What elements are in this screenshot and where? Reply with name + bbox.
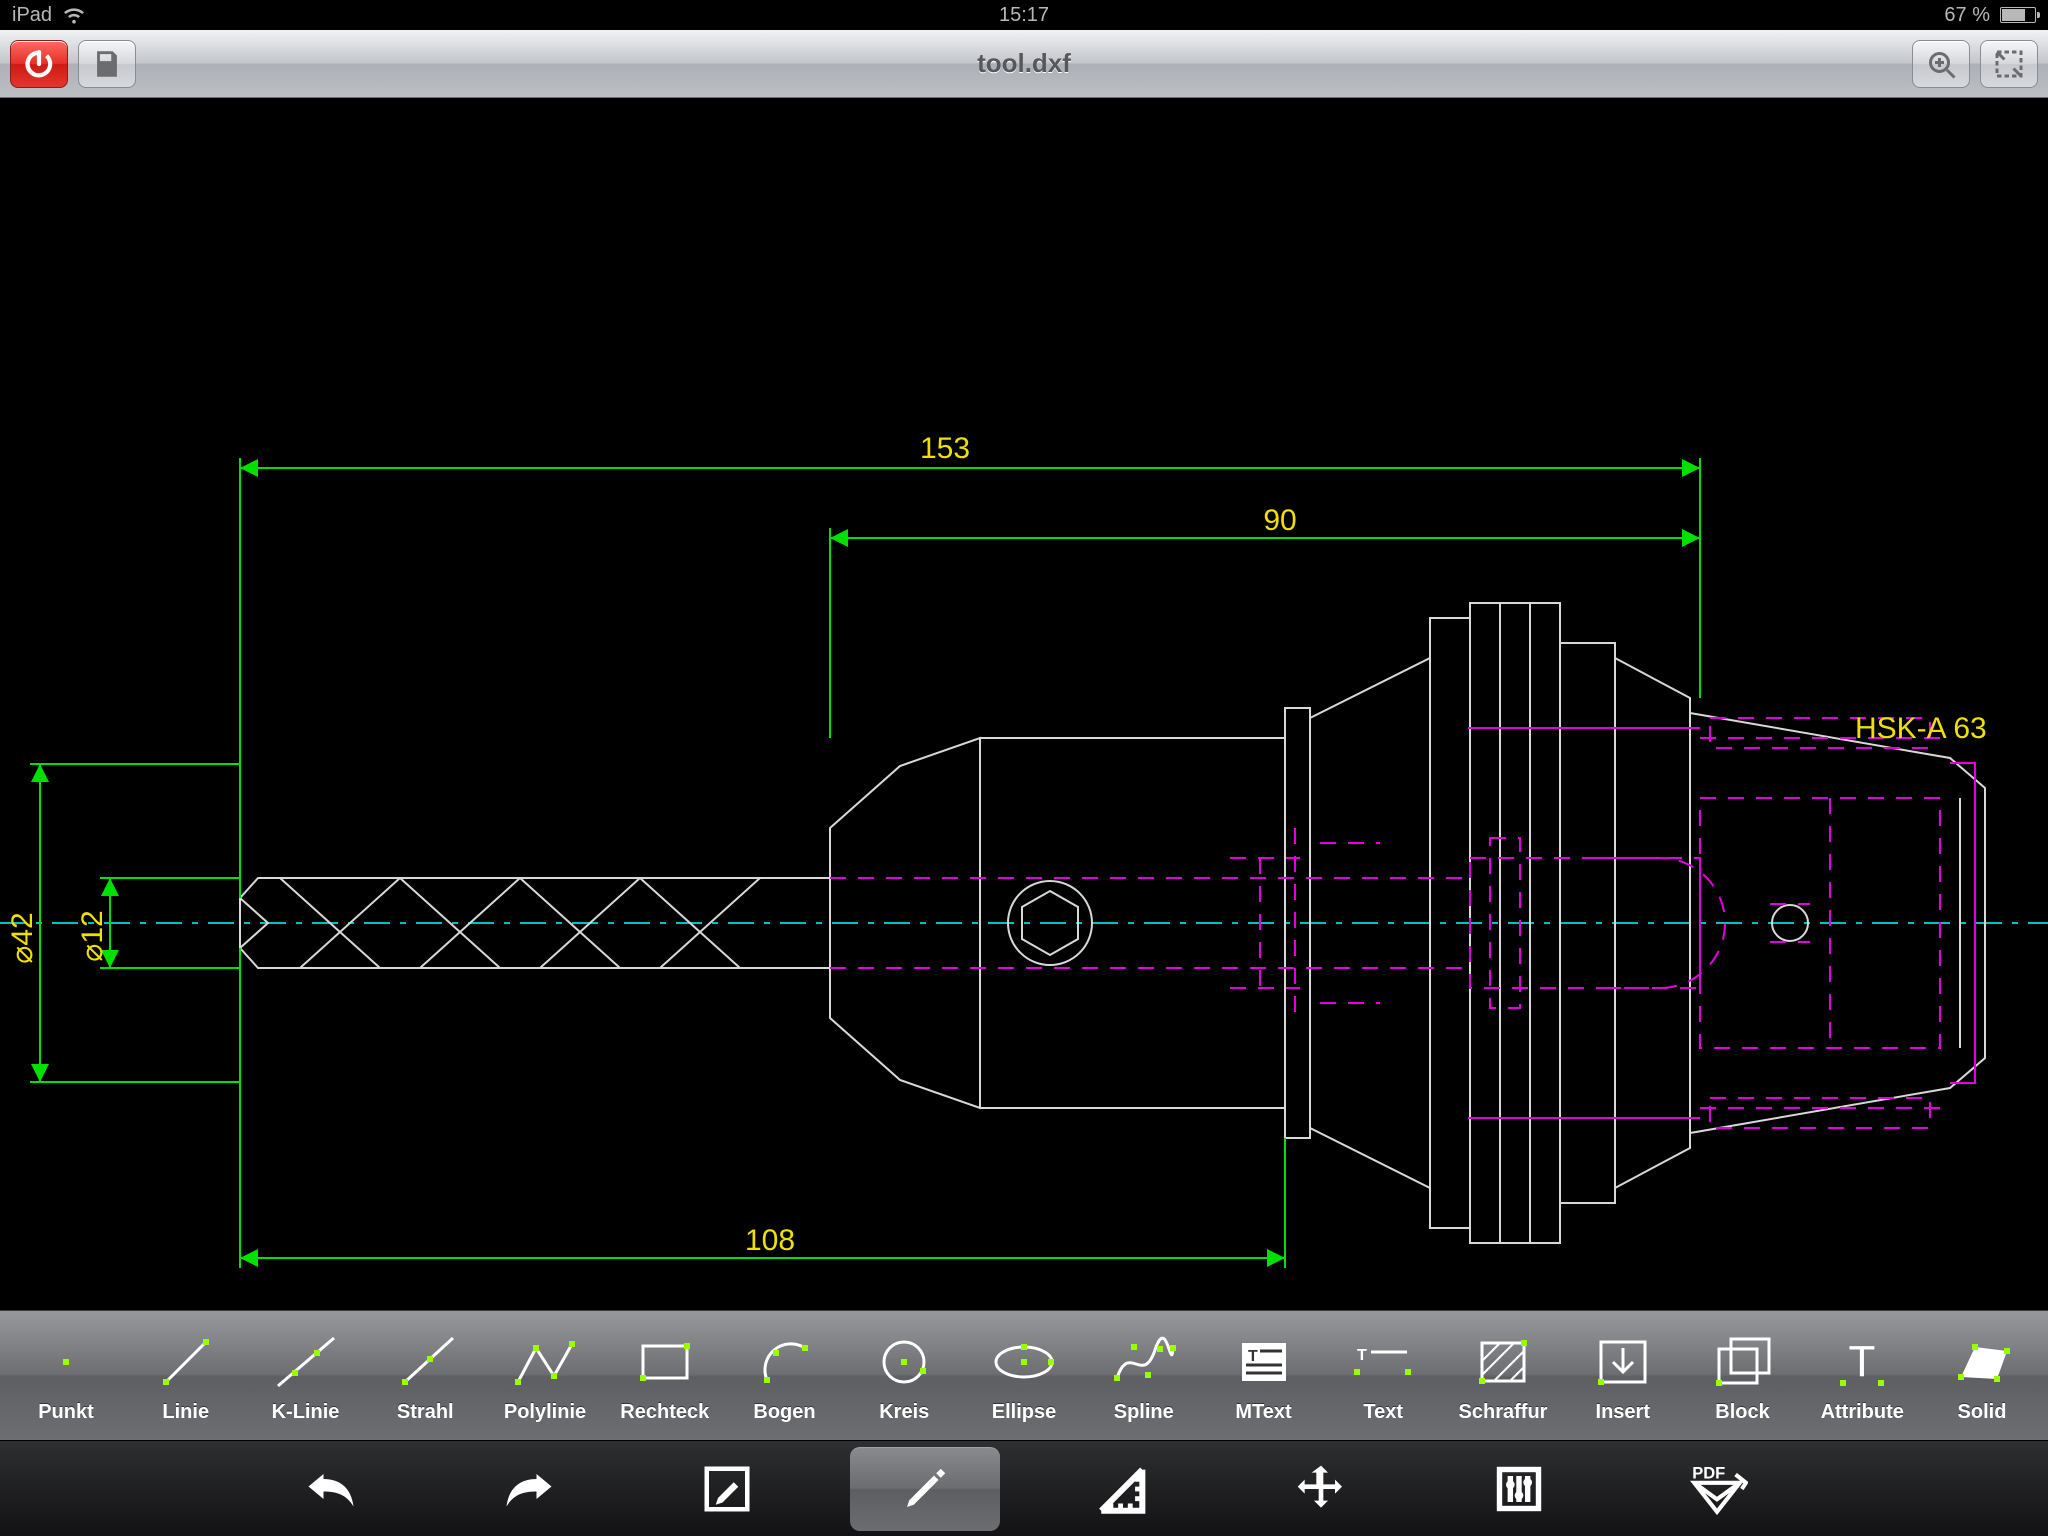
tool-ellipse[interactable]: Ellipse: [972, 1327, 1076, 1424]
tool-rechteck[interactable]: Rechteck: [613, 1327, 717, 1424]
clock: 15:17: [999, 4, 1049, 27]
polyline-icon: [510, 1327, 580, 1397]
dimensions: [30, 458, 1700, 1268]
arc-icon: [755, 1327, 815, 1397]
settings-button[interactable]: [1444, 1447, 1594, 1531]
dim-153: 153: [920, 432, 970, 465]
wifi-icon: [62, 6, 86, 24]
svg-text:T: T: [1357, 1347, 1367, 1364]
point-icon: [36, 1327, 96, 1397]
action-bar: PDF: [0, 1440, 2048, 1536]
export-pdf-button[interactable]: PDF: [1642, 1447, 1792, 1531]
svg-text:PDF: PDF: [1692, 1463, 1725, 1482]
zoom-extents-button[interactable]: [1912, 40, 1970, 88]
tool-polylinie[interactable]: Polylinie: [493, 1327, 597, 1424]
ellipse-icon: [989, 1327, 1059, 1397]
spline-icon: [1109, 1327, 1179, 1397]
dim-d42: ⌀42: [6, 912, 39, 963]
edit-button[interactable]: [652, 1447, 802, 1531]
insert-icon: [1595, 1327, 1651, 1397]
circle-icon: [876, 1327, 932, 1397]
dim-d12: ⌀12: [76, 910, 109, 961]
drawing-canvas[interactable]: 153 90 108 ⌀42 ⌀12 HSK-A 63: [0, 98, 2048, 1310]
ios-status-bar: iPad 15:17 67 %: [0, 0, 2048, 30]
draw-mode-button[interactable]: [850, 1447, 1000, 1531]
pan-button[interactable]: [1246, 1447, 1396, 1531]
text-icon: T: [1353, 1327, 1413, 1397]
tool-strahl[interactable]: Strahl: [373, 1327, 477, 1424]
document-title: tool.dxf: [977, 48, 1071, 79]
svg-text:T: T: [1248, 1348, 1258, 1365]
redo-button[interactable]: [454, 1447, 604, 1531]
tool-text[interactable]: T Text: [1331, 1327, 1435, 1424]
tool-mtext[interactable]: T MText: [1212, 1327, 1316, 1424]
dim-108: 108: [745, 1224, 795, 1257]
rectangle-icon: [633, 1327, 697, 1397]
tool-kreis[interactable]: Kreis: [852, 1327, 956, 1424]
app-toolbar: tool.dxf: [0, 30, 2048, 98]
attribute-icon: T: [1836, 1327, 1888, 1397]
line-icon: [156, 1327, 216, 1397]
svg-text:T: T: [1849, 1337, 1876, 1386]
draw-toolbar: Punkt Linie K-Linie Strahl Polylinie Rec…: [0, 1310, 2048, 1440]
tool-punkt[interactable]: Punkt: [14, 1327, 118, 1424]
ray-icon: [393, 1327, 457, 1397]
measure-button[interactable]: [1048, 1447, 1198, 1531]
device-label: iPad: [12, 4, 52, 27]
tool-block[interactable]: Block: [1691, 1327, 1795, 1424]
tool-linie[interactable]: Linie: [134, 1327, 238, 1424]
battery-percent: 67 %: [1944, 4, 1990, 27]
save-button[interactable]: [78, 40, 136, 88]
block-icon: [1713, 1327, 1773, 1397]
solid-icon: [1951, 1327, 2013, 1397]
tool-klinie[interactable]: K-Linie: [254, 1327, 358, 1424]
battery-icon: [1996, 7, 2036, 23]
tool-insert[interactable]: Insert: [1571, 1327, 1675, 1424]
hatch-icon: [1476, 1327, 1530, 1397]
tool-bogen[interactable]: Bogen: [733, 1327, 837, 1424]
tool-spline[interactable]: Spline: [1092, 1327, 1196, 1424]
xline-icon: [274, 1327, 338, 1397]
power-button[interactable]: [10, 40, 68, 88]
zoom-window-button[interactable]: [1980, 40, 2038, 88]
tool-solid[interactable]: Solid: [1930, 1327, 2034, 1424]
tool-schraffur[interactable]: Schraffur: [1451, 1327, 1555, 1424]
mtext-icon: T: [1236, 1327, 1292, 1397]
label-hsk: HSK-A 63: [1855, 712, 1987, 745]
undo-button[interactable]: [256, 1447, 406, 1531]
dim-90: 90: [1263, 504, 1296, 537]
tool-attribute[interactable]: T Attribute: [1810, 1327, 1914, 1424]
